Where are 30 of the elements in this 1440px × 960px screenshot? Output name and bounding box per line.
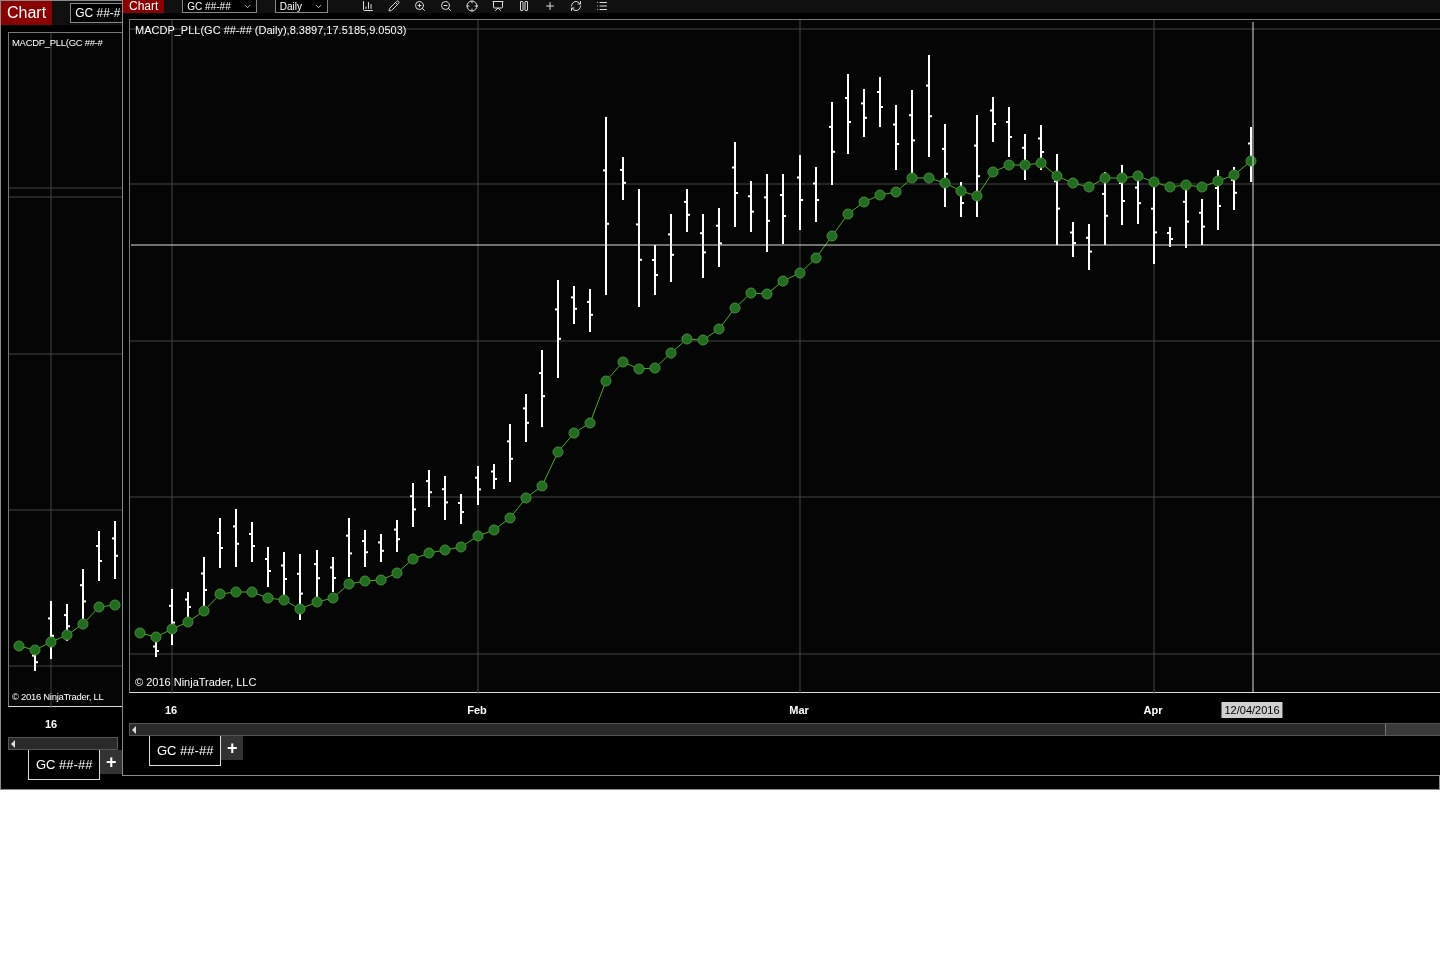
crosshair-icon[interactable] bbox=[465, 0, 478, 12]
indicator-label: MACDP_PLL(GC ##-## (Daily),8.3897,17.5185,9.0503) bbox=[135, 24, 407, 36]
chart-tab[interactable]: GC ##-## bbox=[149, 736, 222, 766]
instrument-field[interactable]: GC ##-## bbox=[182, 0, 257, 13]
zoom-out-icon[interactable] bbox=[439, 0, 452, 12]
axis-label: 16 bbox=[164, 704, 178, 716]
axis-label: Apr bbox=[1143, 704, 1163, 716]
list-icon[interactable] bbox=[595, 0, 608, 12]
chart-tab[interactable]: GC ##-## bbox=[28, 750, 101, 780]
scroll-bar[interactable] bbox=[129, 723, 1440, 736]
scroll-bar[interactable] bbox=[8, 737, 118, 750]
bar-chart-icon[interactable] bbox=[361, 0, 374, 12]
indicator-label: MACDP_PLL(GC ##-# bbox=[12, 37, 103, 48]
axis-label: Mar bbox=[789, 704, 809, 716]
pause-icon[interactable] bbox=[517, 0, 530, 12]
add-tab-button[interactable]: + bbox=[100, 750, 123, 774]
window-title: Chart bbox=[1, 1, 53, 25]
copyright-text: © 2016 NinjaTrader, LLC bbox=[135, 676, 257, 688]
pencil-icon[interactable] bbox=[387, 0, 400, 12]
refresh-icon[interactable] bbox=[569, 0, 582, 12]
axis-label: Feb bbox=[467, 704, 487, 716]
presentation-icon[interactable] bbox=[491, 0, 504, 12]
add-tab-button[interactable]: + bbox=[221, 736, 244, 760]
interval-dropdown[interactable]: Daily bbox=[274, 0, 328, 13]
axis-label: 16 bbox=[44, 718, 58, 730]
copyright-text: © 2016 NinjaTrader, LL bbox=[12, 691, 104, 702]
plus-icon[interactable] bbox=[543, 0, 556, 12]
window-title: Chart bbox=[123, 0, 165, 13]
zoom-in-icon[interactable] bbox=[413, 0, 426, 12]
crosshair-date-label: 12/04/2016 bbox=[1221, 702, 1283, 718]
